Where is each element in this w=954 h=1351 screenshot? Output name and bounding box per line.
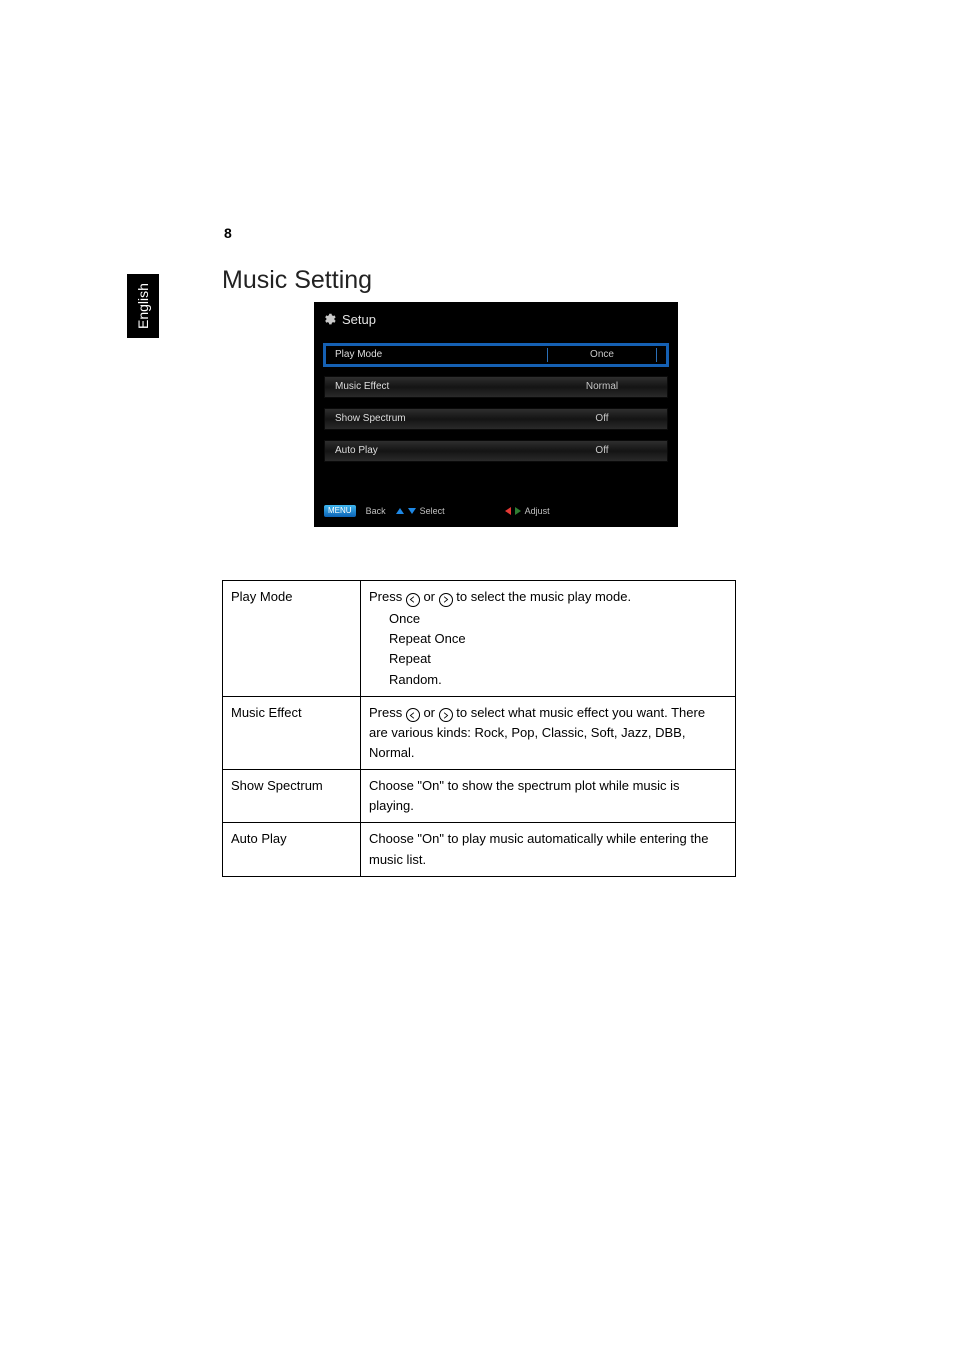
triangle-left-icon xyxy=(505,507,511,515)
osd-screenshot: Setup Play Mode Once Music Effect Normal… xyxy=(314,302,678,527)
osd-footer: MENU Back Select Adjust xyxy=(324,505,550,517)
setting-description: Choose "On" to show the spectrum plot wh… xyxy=(361,770,736,823)
table-row: Music Effect Press or to select what mus… xyxy=(223,696,736,769)
setting-description: Choose "On" to play music automatically … xyxy=(361,823,736,876)
osd-row-value: Off xyxy=(547,414,657,424)
triangle-right-icon xyxy=(515,507,521,515)
setting-description: Press or to select the music play mode. … xyxy=(361,581,736,697)
description-table: Play Mode Press or to select the music p… xyxy=(222,580,736,877)
osd-row-play-mode[interactable]: Play Mode Once xyxy=(324,344,668,366)
setting-description: Press or to select what music effect you… xyxy=(361,696,736,769)
osd-row-value: Normal xyxy=(547,382,657,392)
setting-name: Music Effect xyxy=(223,696,361,769)
osd-footer-adjust: Adjust xyxy=(505,507,550,516)
osd-row-auto-play[interactable]: Auto Play Off xyxy=(324,440,668,462)
list-item: Random. xyxy=(389,670,727,690)
osd-row-label: Auto Play xyxy=(335,446,378,456)
triangle-down-icon xyxy=(408,508,416,514)
osd-row-value: Off xyxy=(547,446,657,456)
options-list: Once Repeat Once Repeat Random. xyxy=(389,609,727,690)
left-arrow-icon xyxy=(406,708,420,722)
osd-row-label: Music Effect xyxy=(335,382,389,392)
osd-row-label: Play Mode xyxy=(335,350,382,360)
osd-footer-select-label: Select xyxy=(420,507,445,516)
setting-name: Play Mode xyxy=(223,581,361,697)
gear-icon xyxy=(322,312,336,326)
section-title: Music Setting xyxy=(222,266,372,295)
list-item: Repeat xyxy=(389,649,727,669)
osd-row-value: Once xyxy=(547,348,657,362)
left-arrow-icon xyxy=(406,593,420,607)
osd-row-label: Show Spectrum xyxy=(335,414,406,424)
osd-row-show-spectrum[interactable]: Show Spectrum Off xyxy=(324,408,668,430)
osd-rows: Play Mode Once Music Effect Normal Show … xyxy=(314,336,678,462)
osd-header: Setup xyxy=(314,302,678,336)
list-item: Once xyxy=(389,609,727,629)
setting-name: Auto Play xyxy=(223,823,361,876)
table-row: Show Spectrum Choose "On" to show the sp… xyxy=(223,770,736,823)
table-row: Auto Play Choose "On" to play music auto… xyxy=(223,823,736,876)
language-tab-label: English xyxy=(135,283,151,329)
osd-title: Setup xyxy=(342,313,376,326)
page-number: 8 xyxy=(224,225,232,241)
right-arrow-icon xyxy=(439,593,453,607)
language-tab: English xyxy=(127,274,159,338)
right-arrow-icon xyxy=(439,708,453,722)
triangle-up-icon xyxy=(396,508,404,514)
osd-footer-back-label: Back xyxy=(366,507,386,516)
osd-row-music-effect[interactable]: Music Effect Normal xyxy=(324,376,668,398)
osd-footer-adjust-label: Adjust xyxy=(525,507,550,516)
table-row: Play Mode Press or to select the music p… xyxy=(223,581,736,697)
osd-footer-menu-button: MENU xyxy=(324,505,356,517)
list-item: Repeat Once xyxy=(389,629,727,649)
osd-footer-select: Select xyxy=(396,507,445,516)
setting-name: Show Spectrum xyxy=(223,770,361,823)
